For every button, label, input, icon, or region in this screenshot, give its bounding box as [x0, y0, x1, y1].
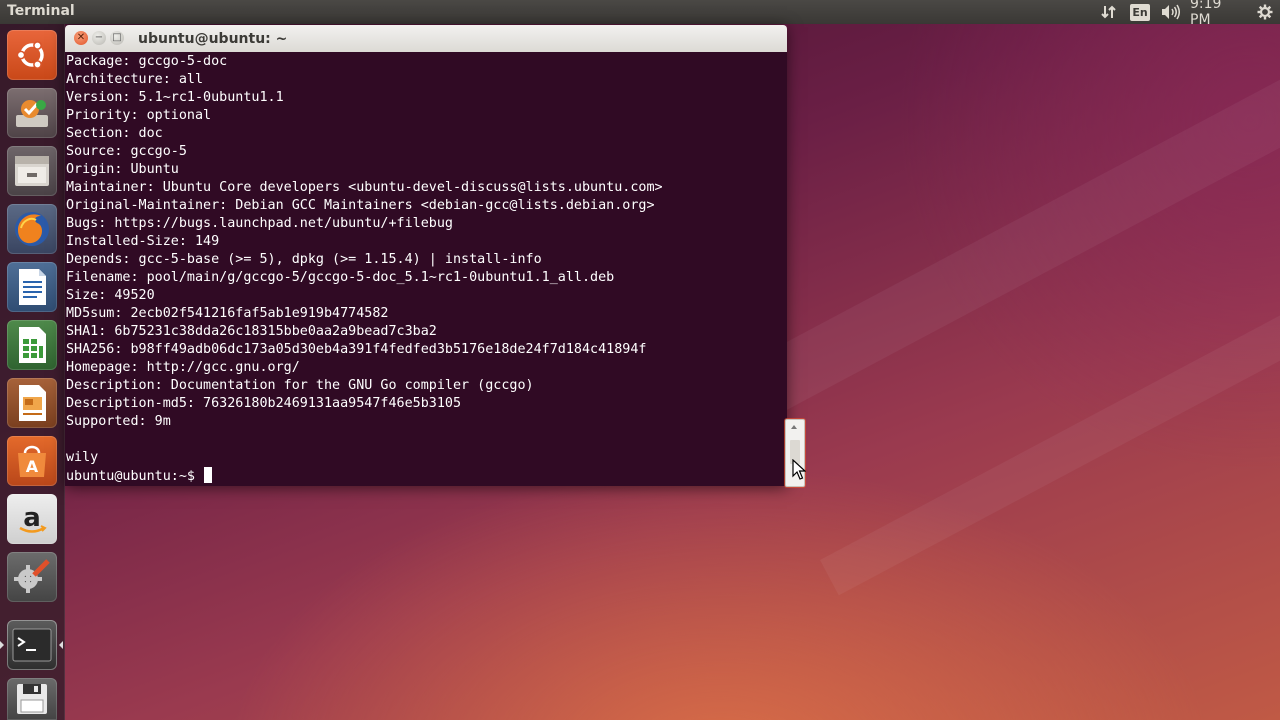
- close-button[interactable]: ✕: [74, 31, 88, 45]
- running-indicator: [0, 641, 4, 649]
- terminal-line: Description: Documentation for the GNU G…: [66, 378, 534, 393]
- minimize-button[interactable]: −: [92, 31, 106, 45]
- focused-indicator: [59, 641, 63, 649]
- svg-text:A: A: [26, 457, 39, 476]
- file-manager-icon[interactable]: [7, 146, 57, 196]
- terminal-icon[interactable]: [7, 620, 57, 670]
- terminal-line: Original-Maintainer: Debian GCC Maintain…: [66, 198, 655, 213]
- terminal-prompt-line[interactable]: ubuntu@ubuntu:~$: [66, 467, 663, 485]
- terminal-line: Architecture: all: [66, 72, 204, 87]
- terminal-line: Size: 49520: [66, 288, 155, 303]
- terminal-line: Package: gccgo-5-doc: [66, 54, 228, 69]
- network-updown-icon[interactable]: [1094, 0, 1124, 24]
- terminal-output[interactable]: Package: gccgo-5-doc Architecture: all Ver…: [65, 52, 787, 486]
- terminal-line: MD5sum: 2ecb02f541216faf5ab1e919b4774582: [66, 306, 389, 321]
- terminal-line: Source: gccgo-5: [66, 144, 187, 159]
- libreoffice-impress-icon[interactable]: [7, 378, 57, 428]
- keyboard-layout-icon[interactable]: En: [1124, 0, 1156, 24]
- window-title: ubuntu@ubuntu: ~: [138, 31, 288, 47]
- terminal-window: ✕ − □ ubuntu@ubuntu: ~ Package: gccgo-5-…: [65, 25, 787, 486]
- wallpaper-streak: [820, 231, 1280, 596]
- ubuntu-dash-icon[interactable]: [7, 30, 57, 80]
- software-updater-icon[interactable]: [7, 88, 57, 138]
- ubuntu-software-center-icon[interactable]: A: [7, 436, 57, 486]
- maximize-icon: □: [112, 32, 122, 43]
- terminal-line: SHA1: 6b75231c38dda26c18315bbe0aa2a9bead…: [66, 324, 437, 339]
- terminal-line: Section: doc: [66, 126, 163, 141]
- top-panel: Terminal En 9:19 PM: [0, 0, 1280, 28]
- terminal-line: Supported: 9m: [66, 414, 171, 429]
- active-app-title: Terminal: [7, 3, 75, 19]
- terminal-line: SHA256: b98ff49adb06dc173a05d30eb4a391f4…: [66, 342, 647, 357]
- scroll-up-arrow-icon[interactable]: [791, 425, 797, 429]
- keyboard-layout-label: En: [1130, 3, 1150, 21]
- minimize-icon: −: [94, 32, 104, 43]
- libreoffice-writer-icon[interactable]: [7, 262, 57, 312]
- mouse-pointer-icon: [792, 459, 806, 480]
- close-icon: ✕: [76, 32, 86, 43]
- libreoffice-calc-icon[interactable]: [7, 320, 57, 370]
- terminal-line: Homepage: http://gcc.gnu.org/: [66, 360, 300, 375]
- maximize-button[interactable]: □: [110, 31, 124, 45]
- terminal-line: Bugs: https://bugs.launchpad.net/ubuntu/…: [66, 216, 453, 231]
- terminal-line: Version: 5.1~rc1-0ubuntu1.1: [66, 90, 284, 105]
- terminal-line: Installed-Size: 149: [66, 234, 220, 249]
- gear-icon[interactable]: [1250, 0, 1280, 24]
- shell-prompt: ubuntu@ubuntu:~$: [66, 469, 204, 484]
- terminal-line: Filename: pool/main/g/gccgo-5/gccgo-5-do…: [66, 270, 615, 285]
- svg-text:a: a: [23, 503, 41, 533]
- firefox-icon[interactable]: [7, 204, 57, 254]
- terminal-line: Description-md5: 76326180b2469131aa9547f…: [66, 396, 462, 411]
- amazon-icon[interactable]: a: [7, 494, 57, 544]
- terminal-line: Depends: gcc-5-base (>= 5), dpkg (>= 1.1…: [66, 252, 542, 267]
- terminal-line: Origin: Ubuntu: [66, 162, 179, 177]
- terminal-text: Package: gccgo-5-doc Architecture: all Ver…: [66, 53, 663, 485]
- indicator-area: En 9:19 PM: [1094, 0, 1280, 28]
- terminal-line: wily: [66, 450, 99, 465]
- terminal-line: Maintainer: Ubuntu Core developers <ubun…: [66, 180, 663, 195]
- window-titlebar[interactable]: ✕ − □ ubuntu@ubuntu: ~: [65, 25, 787, 52]
- launcher: A a: [0, 24, 65, 720]
- terminal-line: Priority: optional: [66, 108, 212, 123]
- volume-icon[interactable]: [1156, 0, 1186, 24]
- clock-label: 9:19 PM: [1190, 0, 1222, 28]
- system-settings-icon[interactable]: [7, 552, 57, 602]
- text-cursor: [204, 467, 213, 483]
- floppy-save-icon[interactable]: [7, 678, 57, 720]
- clock[interactable]: 9:19 PM: [1186, 0, 1250, 28]
